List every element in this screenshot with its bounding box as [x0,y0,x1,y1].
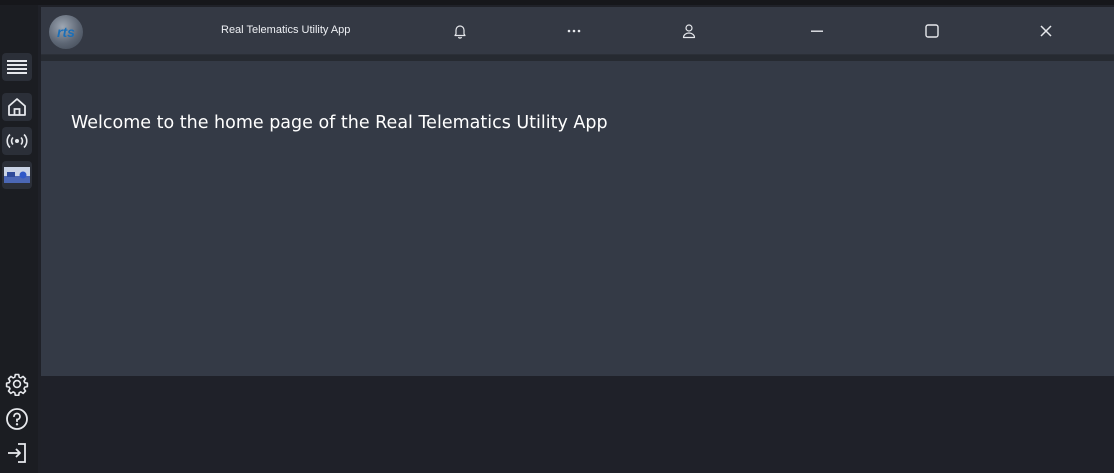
settings-gear-icon [5,373,29,396]
broadcast-icon [6,133,28,149]
minimize-button[interactable] [807,21,827,41]
sidebar-item-image[interactable] [2,161,32,189]
app-logo-text: rts [57,24,75,40]
user-icon [682,24,696,39]
app-window: rts Real Telematics Utility App Welcome … [41,7,1114,473]
notifications-button[interactable] [450,21,470,41]
app-logo: rts [49,15,83,49]
titlebar: rts Real Telematics Utility App [41,7,1114,55]
sidebar-item-home[interactable] [2,93,32,121]
bell-icon [454,25,466,39]
logout-icon [8,443,26,463]
sidebar-item-help[interactable] [2,405,32,433]
welcome-message: Welcome to the home page of the Real Tel… [71,113,608,133]
home-icon [8,98,26,116]
image-thumbnail-icon [4,167,30,183]
maximize-icon [925,24,939,38]
minimize-icon [811,30,823,32]
sidebar-item-settings[interactable] [2,370,32,398]
sidebar-item-broadcast[interactable] [2,127,32,155]
maximize-button[interactable] [922,21,942,41]
sidebar-item-logout[interactable] [2,439,32,467]
more-icon [567,29,581,33]
menu-icon [7,60,27,74]
window-title: Real Telematics Utility App [221,24,351,36]
menu-button[interactable] [2,53,32,81]
empty-footer-area [41,376,1114,473]
sidebar [0,5,38,473]
more-options-button[interactable] [564,21,584,41]
account-button[interactable] [679,21,699,41]
close-icon [1040,25,1052,37]
help-icon [6,408,28,430]
window-top-edge [0,0,1114,5]
close-button[interactable] [1036,21,1056,41]
home-content: Welcome to the home page of the Real Tel… [41,61,1114,376]
